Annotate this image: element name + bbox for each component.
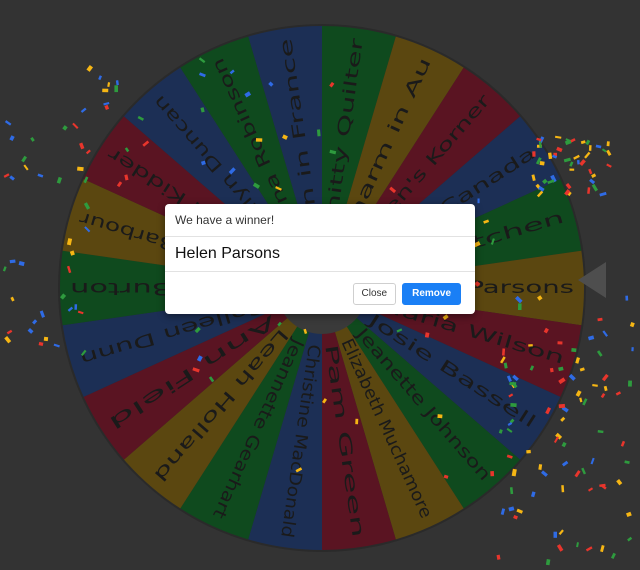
winner-dialog: We have a winner! Helen Parsons Close Re… xyxy=(165,204,475,314)
close-button[interactable]: Close xyxy=(352,282,397,305)
dialog-footer: Close Remove xyxy=(165,272,475,315)
dialog-header: We have a winner! xyxy=(165,204,475,237)
dialog-title: We have a winner! xyxy=(175,213,275,227)
winner-name: Helen Parsons xyxy=(175,245,280,262)
dialog-body: Helen Parsons xyxy=(165,237,475,272)
remove-button[interactable]: Remove xyxy=(402,282,461,305)
spin-wheel-stage: Lin in France Knitty Quilter Sharm in Au Ka… xyxy=(0,0,640,570)
